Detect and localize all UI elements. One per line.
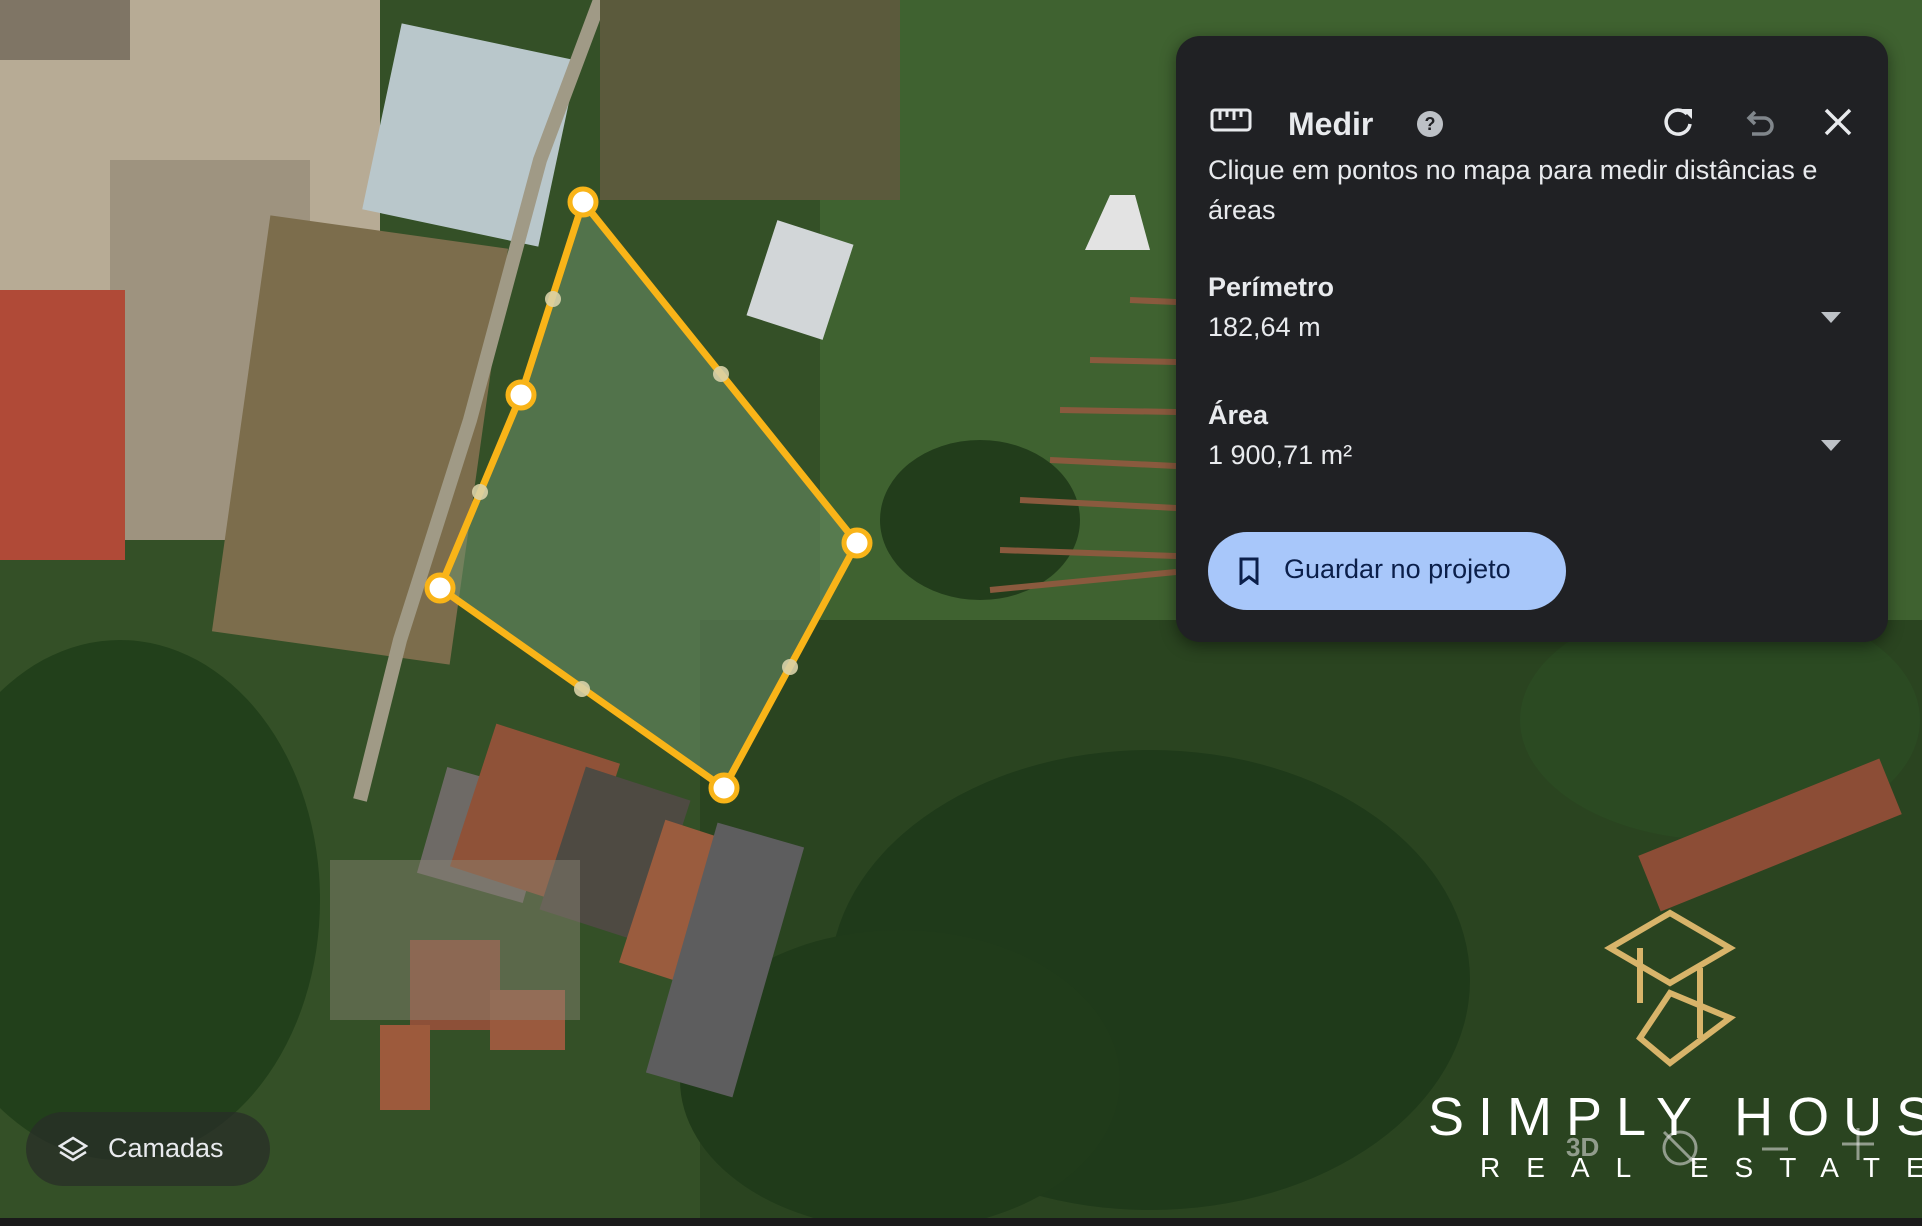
measure-panel: Medir ? Clique em pontos no mapa para me… <box>1176 36 1888 642</box>
svg-text:?: ? <box>1425 114 1436 134</box>
chevron-down-icon[interactable] <box>1821 312 1841 324</box>
layers-icon <box>58 1136 88 1162</box>
save-button-label: Guardar no projeto <box>1284 554 1511 584</box>
close-icon[interactable] <box>1822 106 1854 138</box>
layers-label: Camadas <box>108 1133 224 1163</box>
logo-mark <box>1604 909 1736 1067</box>
measure-panel-header: Medir ? <box>1176 36 1888 146</box>
bookmark-icon <box>1239 557 1259 585</box>
measure-instructions: Clique em pontos no mapa para medir dist… <box>1208 155 1818 225</box>
bottom-bar <box>0 1218 1922 1226</box>
redo-icon[interactable] <box>1660 104 1696 140</box>
area-row[interactable]: Área 1 900,71 m² <box>1208 400 1858 490</box>
area-value: 1 900,71 m² <box>1208 440 1353 470</box>
logo-tagline: REAL ESTATE <box>1480 1152 1922 1183</box>
panel-title: Medir <box>1288 106 1374 142</box>
area-label: Área <box>1208 400 1269 430</box>
ruler-icon <box>1210 108 1252 132</box>
perimeter-value: 182,64 m <box>1208 312 1321 342</box>
undo-icon[interactable] <box>1740 104 1776 140</box>
logo-wordmark: SIMPLY HOUSE <box>1428 1087 1922 1147</box>
chevron-down-icon[interactable] <box>1821 440 1841 452</box>
save-to-project-button[interactable]: Guardar no projeto <box>1208 532 1566 610</box>
perimeter-row[interactable]: Perímetro 182,64 m <box>1208 272 1858 362</box>
perimeter-label: Perímetro <box>1208 272 1335 302</box>
layers-button[interactable]: Camadas <box>26 1112 270 1186</box>
help-icon[interactable]: ? <box>1416 110 1444 138</box>
